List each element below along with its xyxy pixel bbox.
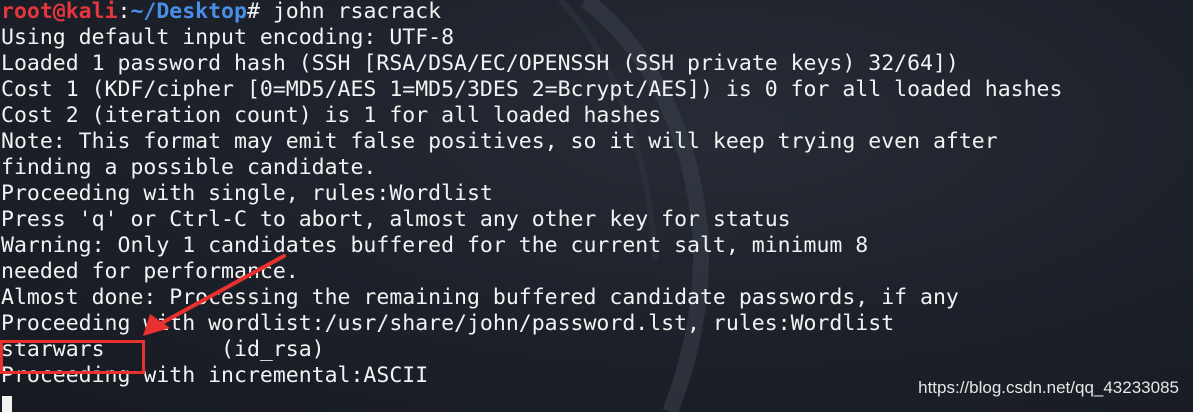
prompt-user-host: root@kali	[1, 0, 118, 24]
output-line: Using default input encoding: UTF-8	[1, 25, 455, 50]
prompt-symbol: #	[246, 0, 260, 24]
password-highlight-box	[0, 340, 145, 374]
prompt-line: root@kali:~/Desktop# john rsacrack	[1, 0, 1062, 25]
prompt-path: ~/Desktop	[130, 0, 247, 24]
terminal-cursor	[2, 396, 12, 412]
output-line: Note: This format may emit false positiv…	[1, 129, 998, 154]
output-line: Proceeding with wordlist:/usr/share/john…	[1, 311, 895, 336]
terminal-window[interactable]: root@kali:~/Desktop# john rsacrack Using…	[0, 0, 1193, 412]
output-line: Almost done: Processing the remaining bu…	[1, 285, 959, 310]
output-line: Press 'q' or Ctrl-C to abort, almost any…	[1, 207, 791, 232]
output-line: Proceeding with incremental:ASCII	[1, 363, 429, 388]
output-line: Proceeding with single, rules:Wordlist	[1, 181, 493, 206]
command-text: john rsacrack	[259, 0, 442, 24]
output-line: Loaded 1 password hash (SSH [RSA/DSA/EC/…	[1, 51, 959, 76]
output-line: Warning: Only 1 candidates buffered for …	[1, 233, 869, 258]
prompt-separator: :	[117, 0, 131, 24]
output-line: finding a possible candidate.	[1, 155, 377, 180]
output-line: Cost 2 (iteration count) is 1 for all lo…	[1, 103, 662, 128]
output-line: Cost 1 (KDF/cipher [0=MD5/AES 1=MD5/3DES…	[1, 77, 1063, 102]
cracked-password-line: starwars (id_rsa)	[1, 337, 325, 362]
terminal-output: root@kali:~/Desktop# john rsacrack Using…	[1, 0, 1062, 389]
output-line: needed for performance.	[1, 259, 299, 284]
watermark-text: https://blog.csdn.net/qq_43233085	[918, 378, 1179, 397]
